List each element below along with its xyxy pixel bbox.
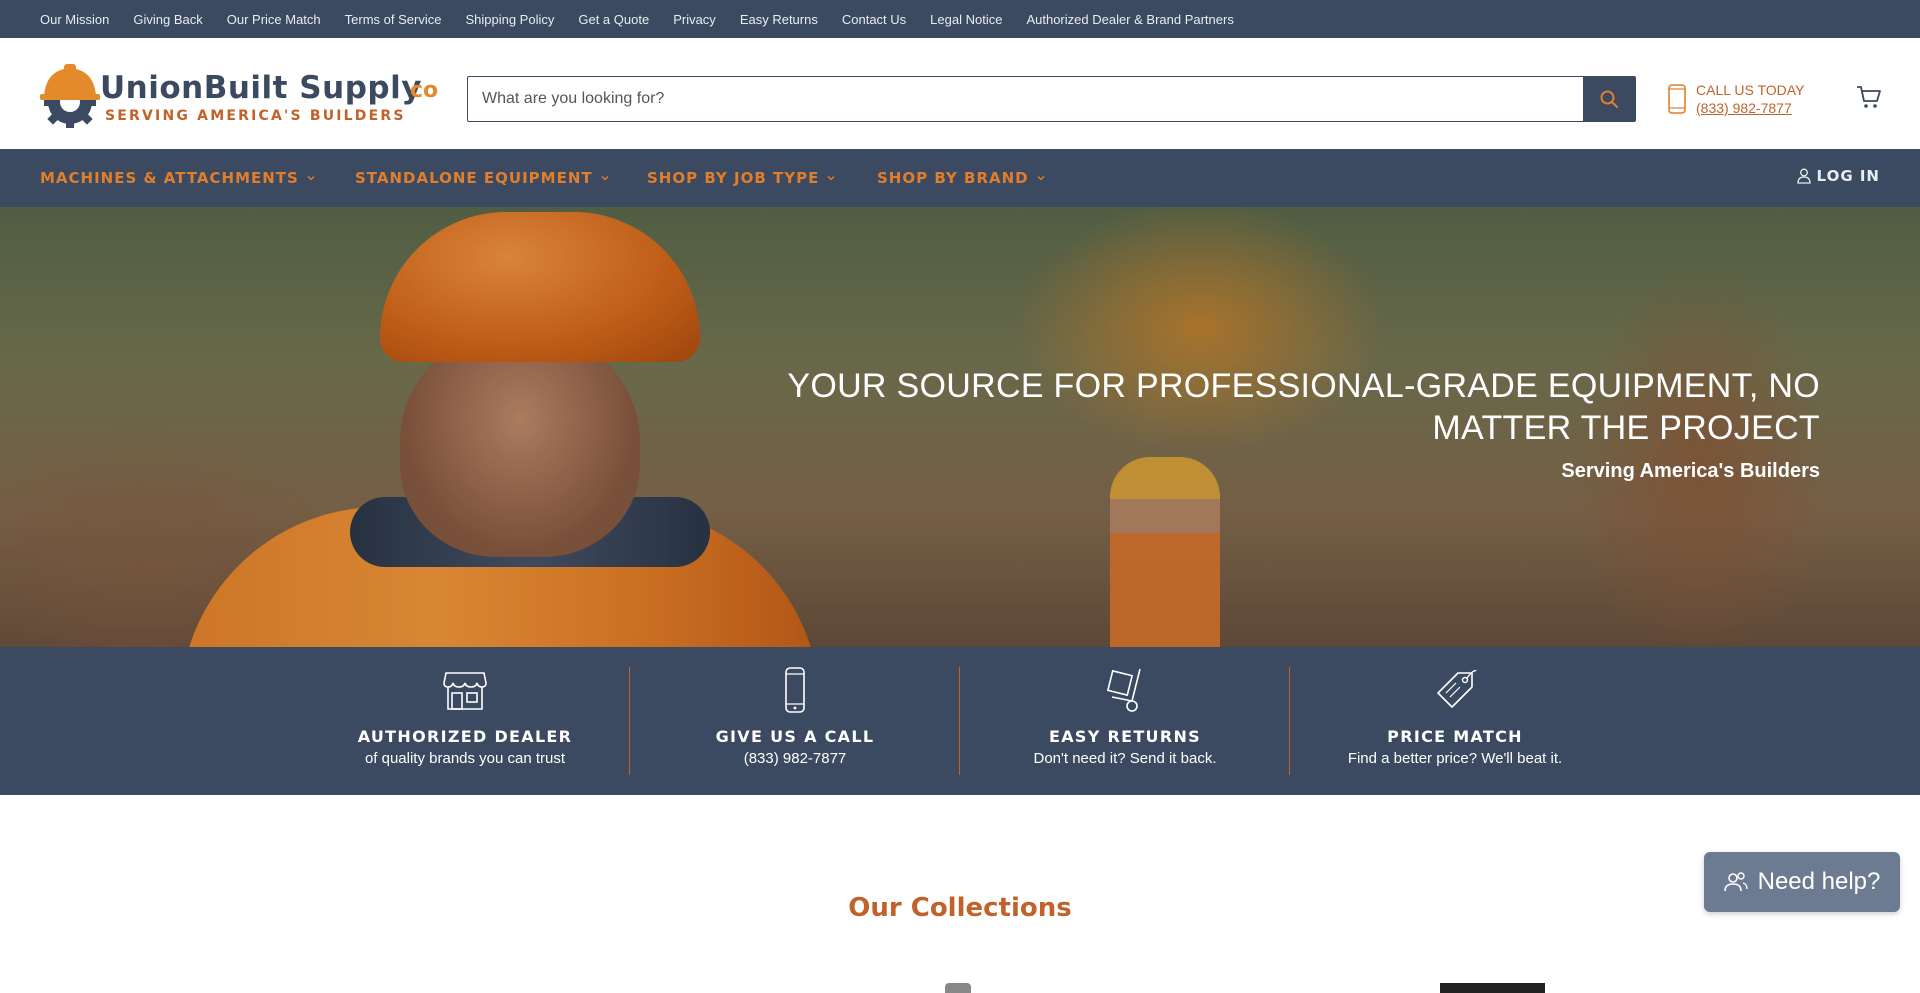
call-us-label: CALL US TODAY <box>1696 82 1805 98</box>
feature-price-match: PRICE MATCH Find a better price? We'll b… <box>1290 667 1620 775</box>
hero-title-line-2: MATTER THE PROJECT <box>1432 409 1820 447</box>
chevron-down-icon <box>827 176 835 181</box>
topbar-link-quote[interactable]: Get a Quote <box>578 12 649 27</box>
main-navigation: MACHINES & ATTACHMENTS STANDALONE EQUIPM… <box>0 149 1920 207</box>
login-label: LOG IN <box>1816 167 1880 185</box>
hardhat-gear-icon <box>40 64 100 128</box>
logo-co: co <box>410 78 439 103</box>
topbar-link-contact[interactable]: Contact Us <box>842 12 906 27</box>
user-icon <box>1796 168 1811 184</box>
chevron-down-icon <box>307 176 315 181</box>
feature-authorized-dealer: AUTHORIZED DEALER of quality brands you … <box>300 667 630 775</box>
need-help-button[interactable]: Need help? <box>1704 852 1900 912</box>
need-help-label: Need help? <box>1757 868 1881 895</box>
cart-icon[interactable] <box>1856 84 1882 110</box>
topbar-link-price-match[interactable]: Our Price Match <box>227 12 321 27</box>
nav-label: MACHINES & ATTACHMENTS <box>40 169 299 187</box>
hero-title-line-1: YOUR SOURCE FOR PROFESSIONAL-GRADE EQUIP… <box>787 367 1820 405</box>
nav-label: STANDALONE EQUIPMENT <box>355 169 593 187</box>
hero-subtitle: Serving America's Builders <box>1561 460 1820 482</box>
feature-desc: Don't need it? Send it back. <box>1033 750 1217 767</box>
topbar-link-dealer[interactable]: Authorized Dealer & Brand Partners <box>1026 12 1233 27</box>
feature-desc: of quality brands you can trust <box>364 750 566 767</box>
feature-give-us-a-call: GIVE US A CALL (833) 982-7877 <box>630 667 960 775</box>
hero-banner: YOUR SOURCE FOR PROFESSIONAL-GRADE EQUIP… <box>0 207 1920 647</box>
collection-image-peek <box>1440 983 1545 993</box>
search-bar <box>467 76 1636 122</box>
price-tag-icon <box>1437 669 1477 708</box>
search-button[interactable] <box>1583 77 1635 121</box>
collections-title: Our Collections <box>848 893 1072 923</box>
feature-title: GIVE US A CALL <box>715 727 875 746</box>
call-us-block[interactable]: CALL US TODAY (833) 982-7877 <box>1668 80 1828 120</box>
collection-image-peek <box>945 983 971 993</box>
top-utility-bar: Our Mission Giving Back Our Price Match … <box>0 0 1920 38</box>
logo-wordmark: UnionBuilt Supply <box>100 70 422 106</box>
topbar-link-our-mission[interactable]: Our Mission <box>40 12 109 27</box>
site-logo[interactable]: UnionBuilt Supply co SERVING AMERICA'S B… <box>40 62 445 130</box>
search-input[interactable] <box>468 77 1583 121</box>
hand-truck-icon <box>1106 668 1141 712</box>
feature-title: AUTHORIZED DEALER <box>357 727 573 746</box>
support-agents-icon <box>1723 872 1748 892</box>
nav-label: SHOP BY JOB TYPE <box>647 169 820 187</box>
nav-machines-attachments[interactable]: MACHINES & ATTACHMENTS <box>40 169 315 187</box>
login-link[interactable]: LOG IN <box>1796 167 1880 185</box>
topbar-link-terms[interactable]: Terms of Service <box>345 12 442 27</box>
topbar-link-privacy[interactable]: Privacy <box>673 12 716 27</box>
nav-shop-by-job-type[interactable]: SHOP BY JOB TYPE <box>647 169 835 187</box>
feature-easy-returns: EASY RETURNS Don't need it? Send it back… <box>960 667 1290 775</box>
topbar-link-legal[interactable]: Legal Notice <box>930 12 1002 27</box>
phone-icon <box>785 667 805 713</box>
topbar-link-shipping[interactable]: Shipping Policy <box>465 12 554 27</box>
feature-title: EASY RETURNS <box>1049 727 1201 746</box>
feature-desc: (833) 982-7877 <box>743 750 847 767</box>
logo-tagline: SERVING AMERICA'S BUILDERS <box>105 108 406 124</box>
features-strip: AUTHORIZED DEALER of quality brands you … <box>0 647 1920 795</box>
topbar-link-returns[interactable]: Easy Returns <box>740 12 818 27</box>
nav-shop-by-brand[interactable]: SHOP BY BRAND <box>877 169 1045 187</box>
site-header: UnionBuilt Supply co SERVING AMERICA'S B… <box>0 38 1920 149</box>
storefront-icon <box>443 672 487 710</box>
feature-desc: Find a better price? We'll beat it. <box>1347 750 1563 767</box>
topbar-link-giving-back[interactable]: Giving Back <box>133 12 202 27</box>
nav-standalone-equipment[interactable]: STANDALONE EQUIPMENT <box>355 169 609 187</box>
chevron-down-icon <box>1037 176 1045 181</box>
hero-title: YOUR SOURCE FOR PROFESSIONAL-GRADE EQUIP… <box>720 365 1820 449</box>
search-icon <box>1600 90 1618 108</box>
nav-label: SHOP BY BRAND <box>877 169 1029 187</box>
call-us-number[interactable]: (833) 982-7877 <box>1696 100 1792 116</box>
chevron-down-icon <box>601 176 609 181</box>
feature-title: PRICE MATCH <box>1387 727 1523 746</box>
phone-icon <box>1668 84 1686 114</box>
